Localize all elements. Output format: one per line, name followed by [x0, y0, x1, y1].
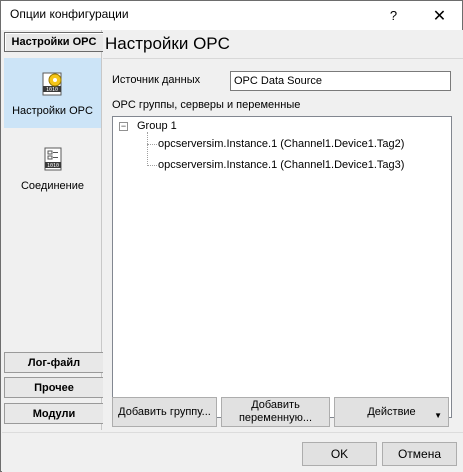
sidebar-item-label: Настройки OPC: [12, 105, 93, 117]
help-icon: ?: [389, 8, 398, 23]
svg-text:1010: 1010: [45, 87, 57, 93]
sidebar-section-header[interactable]: Настройки OPC: [4, 32, 104, 52]
data-source-label: Источник данных: [112, 74, 201, 86]
help-button[interactable]: ?: [371, 1, 416, 30]
data-source-input[interactable]: OPC Data Source: [230, 71, 451, 91]
main-content: Настройки OPC Источник данных OPC Data S…: [103, 30, 463, 432]
action-label: Действие: [367, 405, 416, 418]
close-button[interactable]: ✕: [417, 1, 462, 30]
sidebar-modules-button[interactable]: Модули: [4, 403, 104, 424]
title-divider: [103, 58, 463, 59]
tree-connector: [147, 144, 157, 145]
tree-child-node[interactable]: opcserversim.Instance.1 (Channel1.Device…: [158, 159, 404, 171]
tree-label: OPC группы, серверы и переменные: [112, 99, 301, 111]
sidebar-logfile-button[interactable]: Лог-файл: [4, 352, 104, 373]
add-variable-button[interactable]: Добавить переменную...: [221, 397, 330, 427]
tree-group-node[interactable]: Group 1: [137, 120, 177, 132]
config-options-dialog: Опции конфигурации ? ✕ Настройки OPC 101…: [0, 0, 463, 472]
sidebar-item-connection[interactable]: 1010 Соединение: [4, 134, 101, 204]
sidebar-item-opc-settings[interactable]: 1010 Настройки OPC: [4, 58, 101, 128]
tree-connector: [147, 132, 148, 166]
opc-tree[interactable]: − Group 1 opcserversim.Instance.1 (Chann…: [112, 116, 452, 418]
action-dropdown-button[interactable]: Действие ▼: [334, 397, 449, 427]
cancel-button[interactable]: Отмена: [382, 442, 457, 466]
add-variable-label-line2: переменную...: [238, 412, 313, 424]
collapse-icon[interactable]: −: [119, 122, 128, 131]
svg-text:1010: 1010: [46, 163, 58, 169]
page-title: Настройки OPC: [105, 34, 230, 53]
window-title: Опции конфигурации: [10, 7, 129, 21]
tree-connector: [147, 165, 157, 166]
connection-icon: 1010: [44, 147, 61, 171]
add-group-button[interactable]: Добавить группу...: [112, 397, 217, 427]
close-icon: ✕: [432, 7, 447, 25]
dialog-footer: OK Отмена: [2, 432, 463, 472]
sidebar-misc-button[interactable]: Прочее: [4, 377, 104, 398]
add-variable-label-line1: Добавить: [251, 399, 300, 411]
dropdown-arrow-icon: ▼: [434, 411, 442, 420]
tree-child-node[interactable]: opcserversim.Instance.1 (Channel1.Device…: [158, 138, 404, 150]
ok-button[interactable]: OK: [302, 442, 377, 466]
title-bar: Опции конфигурации ? ✕: [1, 1, 462, 30]
sidebar: Настройки OPC 1010 Настройки OPC 1010 Со…: [2, 30, 104, 430]
opc-settings-icon: 1010: [42, 72, 61, 96]
sidebar-item-label: Соединение: [20, 180, 85, 192]
